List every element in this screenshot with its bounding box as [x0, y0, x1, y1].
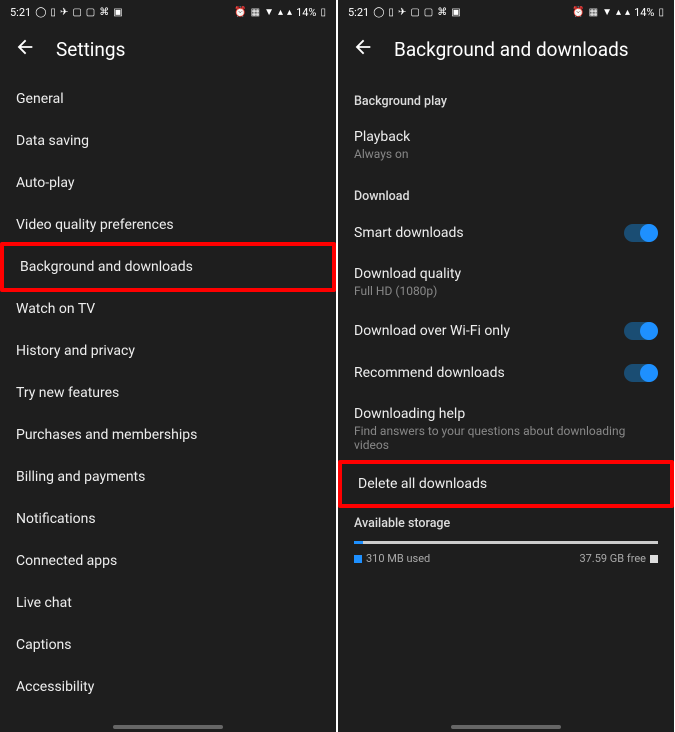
wifi-icon: ▼ [264, 7, 274, 18]
signal-icon: ▴ [278, 7, 283, 18]
setting-title: Delete all downloads [358, 476, 654, 492]
alarm-icon: ⏰ [572, 7, 584, 18]
legend-box-free-icon [650, 555, 658, 563]
settings-item-history[interactable]: History and privacy [0, 330, 336, 372]
whatsapp-icon: ◯ [373, 7, 384, 18]
storage-bar [354, 541, 658, 544]
legend-free-text: 37.59 GB free [579, 552, 646, 565]
setting-title: Smart downloads [354, 225, 612, 241]
setting-title: Download quality [354, 266, 658, 282]
link-icon: ⌘ [437, 7, 447, 18]
status-right: ⏰ ▦ ▼ ▴ ▴ 14% ▯ [234, 6, 326, 19]
setting-subtitle: Always on [354, 147, 658, 161]
notification-icon: ▦ [251, 7, 260, 18]
page-title: Background and downloads [394, 38, 629, 61]
wifi-icon: ▼ [602, 7, 612, 18]
image-icon-2: ▢ [86, 7, 95, 18]
storage-section: Available storage 310 MB used 37.59 GB f… [338, 504, 674, 573]
status-bar: 5:21 ◯ ▯ ✈ ▢ ▢ ⌘ ▣ ⏰ ▦ ▼ ▴ ▴ 14% ▯ [338, 0, 674, 24]
setting-title: Playback [354, 129, 658, 145]
back-arrow-icon[interactable] [352, 36, 374, 62]
settings-list: General Data saving Auto-play Video qual… [0, 74, 336, 732]
settings-item-notifications[interactable]: Notifications [0, 498, 336, 540]
left-phone-screen: 5:21 ◯ ▯ ✈ ▢ ▢ ⌘ ▣ ⏰ ▦ ▼ ▴ ▴ 14% ▯ Setti… [0, 0, 336, 732]
telegram-icon: ✈ [60, 7, 68, 18]
settings-item-watch-tv[interactable]: Watch on TV [0, 288, 336, 330]
settings-item-video-quality[interactable]: Video quality preferences [0, 204, 336, 246]
legend-used: 310 MB used [354, 552, 430, 565]
setting-download-quality[interactable]: Download quality Full HD (1080p) [338, 254, 674, 310]
battery-icon: ▯ [320, 7, 326, 18]
card-icon: ▯ [50, 7, 56, 18]
status-time: 5:21 [10, 6, 31, 19]
alarm-icon: ⏰ [234, 7, 246, 18]
setting-playback[interactable]: Playback Always on [338, 117, 674, 173]
legend-free: 37.59 GB free [579, 552, 658, 565]
settings-item-captions[interactable]: Captions [0, 624, 336, 666]
image-icon-2: ▢ [424, 7, 433, 18]
storage-legend: 310 MB used 37.59 GB free [354, 552, 658, 565]
settings-item-data-saving[interactable]: Data saving [0, 120, 336, 162]
settings-item-background-downloads[interactable]: Background and downloads [0, 242, 336, 292]
setting-subtitle: Full HD (1080p) [354, 284, 658, 298]
setting-subtitle: Find answers to your questions about dow… [354, 424, 658, 452]
header: Settings [0, 24, 336, 74]
setting-delete-all[interactable]: Delete all downloads [338, 460, 674, 508]
setting-title: Download over Wi-Fi only [354, 323, 612, 339]
legend-box-used-icon [354, 555, 362, 563]
settings-item-general[interactable]: General [0, 78, 336, 120]
image-icon: ▢ [410, 7, 419, 18]
image-icon: ▢ [72, 7, 81, 18]
settings-item-billing[interactable]: Billing and payments [0, 456, 336, 498]
card-icon: ▯ [388, 7, 394, 18]
setting-smart-downloads[interactable]: Smart downloads [338, 212, 674, 254]
settings-content: Background play Playback Always on Downl… [338, 74, 674, 732]
setting-title: Downloading help [354, 406, 658, 422]
home-indicator[interactable] [113, 725, 223, 729]
setting-wifi-only[interactable]: Download over Wi-Fi only [338, 310, 674, 352]
app-icon: ▣ [113, 7, 122, 18]
signal-icon: ▴ [616, 7, 621, 18]
settings-item-purchases[interactable]: Purchases and memberships [0, 414, 336, 456]
toggle-smart-downloads[interactable] [624, 224, 658, 242]
storage-bar-used [354, 541, 363, 544]
home-indicator[interactable] [451, 725, 561, 729]
notification-icon: ▦ [589, 7, 598, 18]
whatsapp-icon: ◯ [35, 7, 46, 18]
settings-item-live-chat[interactable]: Live chat [0, 582, 336, 624]
settings-item-try-features[interactable]: Try new features [0, 372, 336, 414]
settings-item-accessibility[interactable]: Accessibility [0, 666, 336, 708]
toggle-recommend[interactable] [624, 364, 658, 382]
telegram-icon: ✈ [398, 7, 406, 18]
signal-icon-2: ▴ [625, 7, 630, 18]
toggle-wifi-only[interactable] [624, 322, 658, 340]
settings-item-connected-apps[interactable]: Connected apps [0, 540, 336, 582]
battery-percent: 14% [634, 6, 654, 19]
setting-recommend[interactable]: Recommend downloads [338, 352, 674, 394]
app-icon: ▣ [451, 7, 460, 18]
page-title: Settings [56, 38, 125, 61]
right-phone-screen: 5:21 ◯ ▯ ✈ ▢ ▢ ⌘ ▣ ⏰ ▦ ▼ ▴ ▴ 14% ▯ Backg… [338, 0, 674, 732]
header: Background and downloads [338, 24, 674, 74]
status-bar: 5:21 ◯ ▯ ✈ ▢ ▢ ⌘ ▣ ⏰ ▦ ▼ ▴ ▴ 14% ▯ [0, 0, 336, 24]
battery-icon: ▯ [658, 7, 664, 18]
setting-title: Recommend downloads [354, 365, 612, 381]
back-arrow-icon[interactable] [14, 36, 36, 62]
status-time: 5:21 [348, 6, 369, 19]
storage-title: Available storage [354, 516, 658, 531]
battery-percent: 14% [296, 6, 316, 19]
status-right: ⏰ ▦ ▼ ▴ ▴ 14% ▯ [572, 6, 664, 19]
status-left: 5:21 ◯ ▯ ✈ ▢ ▢ ⌘ ▣ [10, 6, 123, 19]
setting-help[interactable]: Downloading help Find answers to your qu… [338, 394, 674, 464]
status-left: 5:21 ◯ ▯ ✈ ▢ ▢ ⌘ ▣ [348, 6, 461, 19]
section-download: Download [338, 173, 674, 212]
section-background-play: Background play [338, 78, 674, 117]
link-icon: ⌘ [99, 7, 109, 18]
settings-item-auto-play[interactable]: Auto-play [0, 162, 336, 204]
signal-icon-2: ▴ [287, 7, 292, 18]
legend-used-text: 310 MB used [366, 552, 430, 565]
